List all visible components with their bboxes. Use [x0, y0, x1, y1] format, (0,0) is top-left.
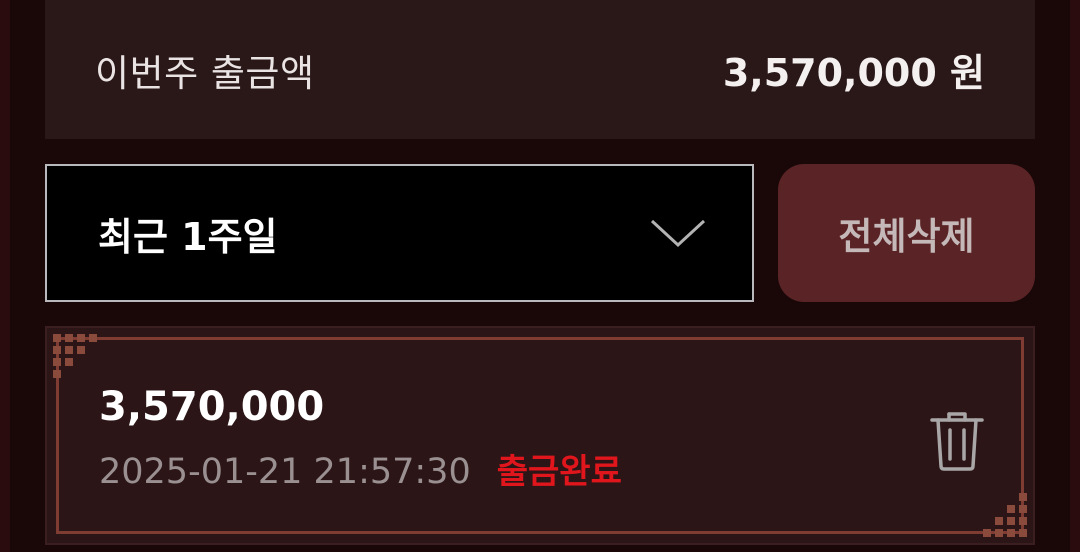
corner-ornament-icon — [53, 334, 97, 378]
withdrawal-record: 3,570,000 2025-01-21 21:57:30 출금완료 — [45, 326, 1035, 545]
corner-ornament-icon — [983, 493, 1027, 537]
delete-record-button[interactable] — [927, 408, 987, 472]
trash-icon — [930, 412, 984, 471]
weekly-withdrawal-amount: 3,570,000 원 — [722, 51, 985, 95]
record-card-frame — [56, 337, 1024, 534]
page-border-right — [1070, 0, 1080, 552]
record-meta: 2025-01-21 21:57:30 출금완료 — [99, 444, 622, 493]
weekly-withdrawal-summary: 이번주 출금액 3,570,000 원 — [45, 0, 1035, 139]
page-border-left — [0, 0, 10, 552]
period-filter-value: 최근 1주일 — [98, 214, 278, 259]
record-amount: 3,570,000 — [99, 384, 325, 430]
record-datetime: 2025-01-21 21:57:30 — [99, 452, 471, 492]
delete-all-button[interactable]: 전체삭제 — [778, 164, 1035, 302]
period-filter-select[interactable]: 최근 1주일 — [45, 164, 754, 302]
record-status-badge: 출금완료 — [496, 452, 622, 492]
weekly-withdrawal-label: 이번주 출금액 — [95, 51, 315, 95]
chevron-down-icon — [650, 219, 706, 248]
